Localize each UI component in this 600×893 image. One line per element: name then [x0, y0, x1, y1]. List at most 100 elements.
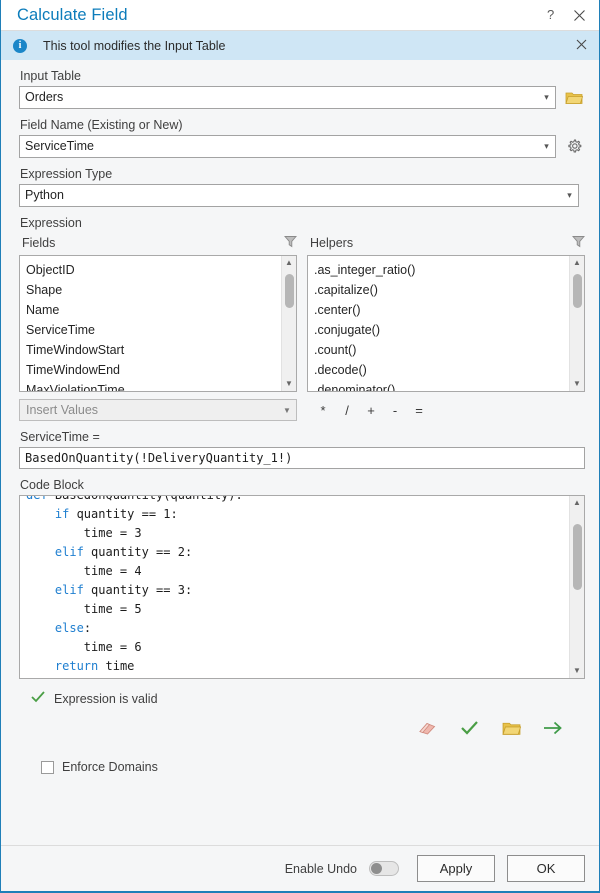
list-item[interactable]: .center() [314, 300, 569, 320]
chevron-down-icon: ▾ [538, 141, 555, 152]
operator-plus-button[interactable]: + [359, 403, 383, 418]
list-item[interactable]: Shape [26, 280, 281, 300]
fields-panel-title: Fields [22, 236, 284, 250]
input-table-browse-button[interactable] [563, 87, 585, 109]
chevron-down-icon: ▾ [561, 190, 578, 201]
helpers-panel: Helpers .as_integer_ratio() .capitalize(… [307, 233, 585, 392]
helpers-listbox[interactable]: .as_integer_ratio() .capitalize() .cente… [307, 255, 585, 392]
filter-funnel-icon[interactable] [284, 235, 297, 251]
expression-input[interactable]: BasedOnQuantity(!DeliveryQuantity_1!) [19, 447, 585, 469]
list-item[interactable]: TimeWindowStart [26, 340, 281, 360]
expression-section-label: Expression [20, 216, 585, 230]
title-bar: Calculate Field ? [1, 0, 599, 31]
field-name-row: ServiceTime ▾ [19, 135, 585, 158]
eraser-icon[interactable] [417, 718, 437, 738]
expression-toolbar [19, 718, 563, 738]
list-item[interactable]: Name [26, 300, 281, 320]
code-block-text[interactable]: def BasedOnQuantity(quantity): if quanti… [20, 496, 569, 678]
fields-panel-header: Fields [22, 235, 297, 251]
chevron-down-icon: ▾ [538, 92, 555, 103]
list-item[interactable]: .capitalize() [314, 280, 569, 300]
info-banner: i This tool modifies the Input Table [1, 31, 599, 60]
input-table-combo[interactable]: Orders ▾ [19, 86, 556, 109]
insert-values-row: Insert Values ▼ * / + - = [19, 399, 585, 421]
code-block-content: def BasedOnQuantity(quantity): if quanti… [26, 496, 569, 676]
insert-values-placeholder: Insert Values [26, 403, 278, 417]
enable-undo-toggle[interactable] [369, 861, 399, 876]
page-title: Calculate Field [17, 6, 537, 25]
scroll-up-icon[interactable]: ▲ [573, 496, 581, 510]
apply-button[interactable]: Apply [417, 855, 495, 882]
scrollbar-thumb[interactable] [285, 274, 294, 308]
filter-funnel-icon[interactable] [572, 235, 585, 251]
field-name-combo[interactable]: ServiceTime ▾ [19, 135, 556, 158]
list-item[interactable]: .as_integer_ratio() [314, 260, 569, 280]
list-item[interactable]: .conjugate() [314, 320, 569, 340]
folder-icon [565, 90, 583, 105]
calculate-field-dialog: Calculate Field ? i This tool modifies t… [0, 0, 600, 893]
scroll-down-icon[interactable]: ▼ [573, 664, 581, 678]
enforce-domains-checkbox[interactable] [41, 761, 54, 774]
fields-panel: Fields ObjectID Shape Name ServiceTime T… [19, 233, 297, 392]
field-name-value: ServiceTime [25, 136, 538, 157]
enforce-domains-label: Enforce Domains [62, 760, 158, 774]
expression-field-label: ServiceTime = [20, 430, 585, 444]
helpers-panel-title: Helpers [310, 236, 572, 250]
scrollbar-thumb[interactable] [573, 524, 582, 590]
operator-divide-button[interactable]: / [335, 403, 359, 418]
arrow-right-icon[interactable] [543, 718, 563, 738]
helpers-scrollbar[interactable]: ▲ ▼ [569, 256, 584, 391]
list-item[interactable]: ServiceTime [26, 320, 281, 340]
operator-equals-button[interactable]: = [407, 403, 431, 418]
enforce-domains-row[interactable]: Enforce Domains [41, 760, 585, 774]
operator-buttons: * / + - = [311, 403, 431, 418]
help-button[interactable]: ? [537, 2, 565, 28]
chevron-down-icon: ▼ [278, 406, 296, 415]
scrollbar-thumb[interactable] [573, 274, 582, 308]
helpers-list: .as_integer_ratio() .capitalize() .cente… [308, 256, 569, 391]
info-icon: i [13, 39, 27, 53]
scroll-down-icon[interactable]: ▼ [285, 377, 293, 391]
insert-values-combo[interactable]: Insert Values ▼ [19, 399, 297, 421]
code-block-scrollbar[interactable]: ▲ ▼ [569, 496, 584, 678]
operator-minus-button[interactable]: - [383, 403, 407, 418]
list-item[interactable]: ObjectID [26, 260, 281, 280]
dialog-footer: Enable Undo Apply OK [1, 845, 599, 891]
field-settings-button[interactable] [563, 136, 585, 158]
expression-type-combo[interactable]: Python ▾ [19, 184, 579, 207]
expression-type-row: Python ▾ [19, 184, 585, 207]
folder-icon[interactable] [501, 718, 521, 738]
validation-status: Expression is valid [31, 691, 585, 706]
check-icon [31, 691, 45, 706]
dialog-body: Input Table Orders ▾ Field Name (Existin… [1, 60, 599, 845]
input-table-label: Input Table [20, 69, 585, 83]
list-item[interactable]: .decode() [314, 360, 569, 380]
code-block-editor[interactable]: def BasedOnQuantity(quantity): if quanti… [19, 495, 585, 679]
list-item[interactable]: .count() [314, 340, 569, 360]
info-banner-message: This tool modifies the Input Table [43, 39, 572, 53]
svg-text:?: ? [547, 8, 554, 22]
ok-button[interactable]: OK [507, 855, 585, 882]
gear-icon [566, 138, 583, 155]
helpers-panel-header: Helpers [310, 235, 585, 251]
field-name-label: Field Name (Existing or New) [20, 118, 585, 132]
expression-panels: Fields ObjectID Shape Name ServiceTime T… [19, 233, 585, 392]
close-icon[interactable] [565, 2, 593, 28]
list-item[interactable]: .denominator() [314, 380, 569, 391]
fields-scrollbar[interactable]: ▲ ▼ [281, 256, 296, 391]
validation-message: Expression is valid [54, 692, 158, 706]
operator-multiply-button[interactable]: * [311, 403, 335, 418]
validate-check-icon[interactable] [459, 718, 479, 738]
banner-close-icon[interactable] [572, 38, 591, 53]
scroll-up-icon[interactable]: ▲ [573, 256, 581, 270]
scroll-up-icon[interactable]: ▲ [285, 256, 293, 270]
expression-type-label: Expression Type [20, 167, 585, 181]
toggle-knob [371, 863, 382, 874]
code-block-label: Code Block [20, 478, 585, 492]
enable-undo-label: Enable Undo [285, 862, 357, 876]
expression-type-value: Python [25, 185, 561, 206]
list-item[interactable]: TimeWindowEnd [26, 360, 281, 380]
scroll-down-icon[interactable]: ▼ [573, 377, 581, 391]
list-item[interactable]: MaxViolationTime [26, 380, 281, 391]
fields-listbox[interactable]: ObjectID Shape Name ServiceTime TimeWind… [19, 255, 297, 392]
